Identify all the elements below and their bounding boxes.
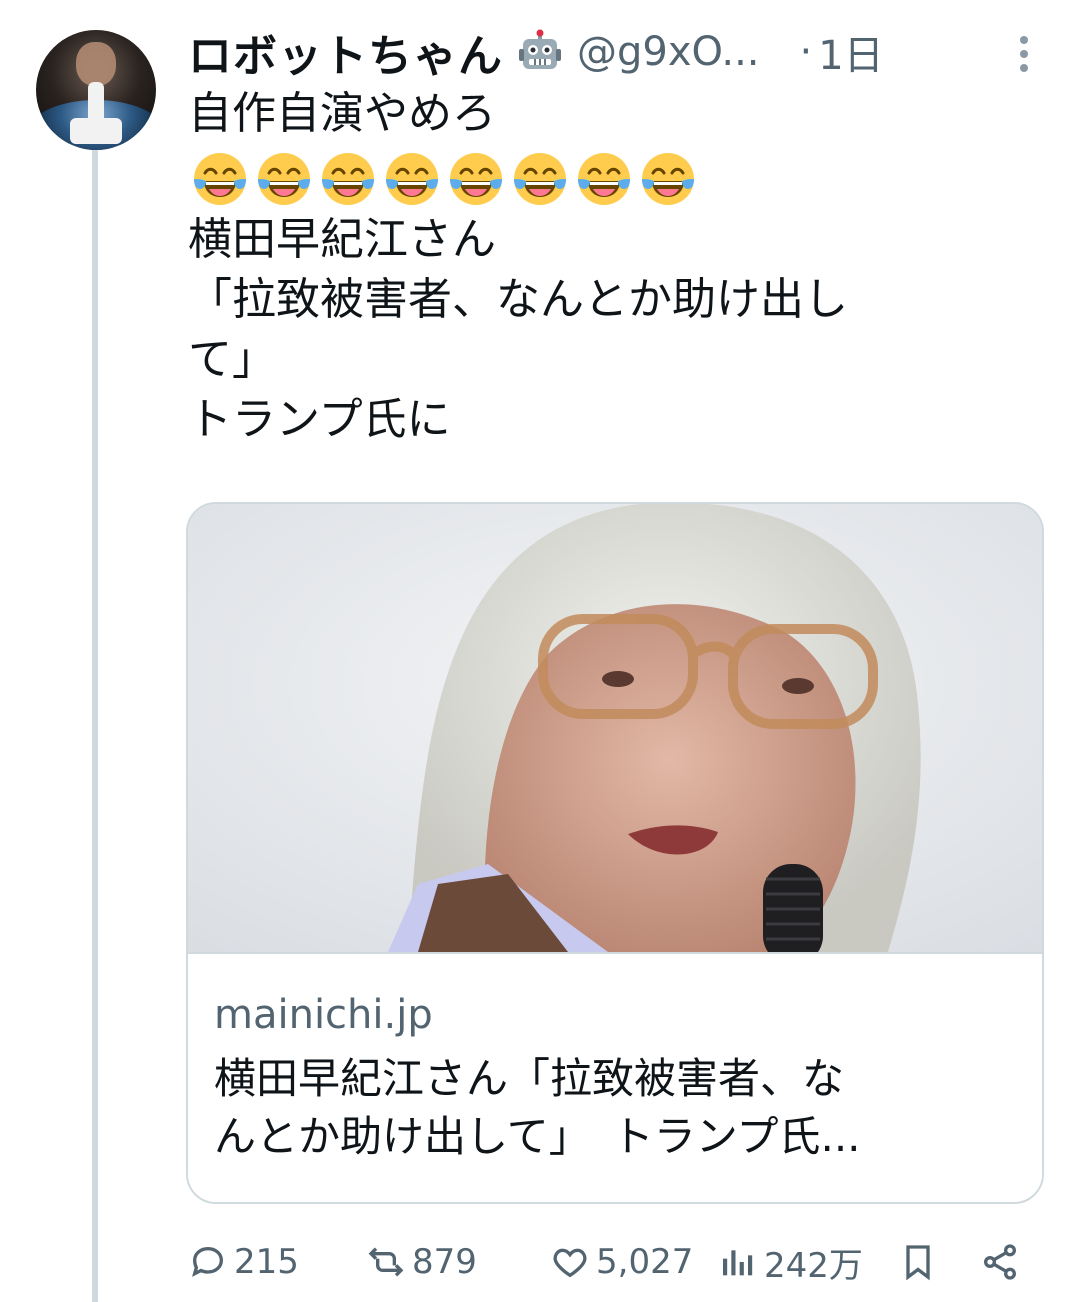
- like-count: 5,027: [596, 1242, 694, 1282]
- face-with-tears-of-joy-icon: [450, 153, 502, 205]
- views-button[interactable]: 242万: [718, 1234, 863, 1290]
- card-domain: mainichi.jp: [214, 992, 433, 1038]
- like-icon: [553, 1248, 587, 1278]
- text-line: て」: [188, 334, 276, 385]
- retweet-count: 879: [412, 1242, 477, 1282]
- face-with-tears-of-joy-icon: [322, 153, 374, 205]
- like-button[interactable]: 5,027: [550, 1234, 693, 1290]
- tweet-header: ロボットちゃん @g9xO... · 1日: [188, 22, 1050, 82]
- more-options-icon[interactable]: [1018, 32, 1030, 76]
- emoji-row: [188, 144, 988, 210]
- views-icon: [723, 1250, 753, 1276]
- handle[interactable]: @g9xO...: [577, 29, 760, 75]
- separator-dot: ·: [799, 29, 813, 75]
- text-line: トランプ氏に: [188, 394, 451, 445]
- bookmark-button[interactable]: [898, 1234, 938, 1290]
- face-with-tears-of-joy-icon: [642, 153, 694, 205]
- retweet-button[interactable]: 879: [366, 1234, 477, 1290]
- avatar-fist: [70, 118, 122, 144]
- face-with-tears-of-joy-icon: [194, 153, 246, 205]
- face-with-tears-of-joy-icon: [514, 153, 566, 205]
- face-with-tears-of-joy-icon: [386, 153, 438, 205]
- card-title: 横田早紀江さん「拉致被害者、な んとか助け出して」 トランプ氏...: [214, 1050, 1024, 1166]
- card-title-line: んとか助け出して」 トランプ氏...: [214, 1112, 861, 1161]
- avatar[interactable]: [36, 30, 156, 150]
- reply-icon: [192, 1246, 224, 1277]
- reply-count: 215: [234, 1242, 299, 1282]
- text-line: 「拉致被害者、なんとか助け出し: [188, 274, 848, 325]
- link-card[interactable]: mainichi.jp 横田早紀江さん「拉致被害者、な んとか助け出して」 トラ…: [186, 502, 1044, 1204]
- tweet-text: 自作自演やめろ 横田早紀江さん 「拉致被害者、なんとか助け出し て」 トランプ氏…: [188, 84, 988, 450]
- thread-line: [92, 150, 98, 1302]
- woman-portrait-illustration: [188, 504, 1042, 952]
- reply-button[interactable]: 215: [188, 1234, 299, 1290]
- action-bar: 215 879 5,027 242万: [188, 1234, 1048, 1290]
- share-button[interactable]: [980, 1234, 1020, 1290]
- display-name[interactable]: ロボットちゃん: [188, 20, 503, 84]
- retweet-icon: [368, 1247, 404, 1277]
- text-line: 自作自演やめろ: [188, 88, 496, 139]
- card-title-line: 横田早紀江さん「拉致被害者、な: [214, 1054, 845, 1103]
- timestamp[interactable]: 1日: [818, 23, 883, 81]
- face-with-tears-of-joy-icon: [578, 153, 630, 205]
- views-count: 242万: [764, 1245, 863, 1286]
- robot-emoji-icon: [519, 29, 561, 69]
- avatar-face: [76, 42, 116, 86]
- share-icon: [984, 1244, 1016, 1280]
- bookmark-icon: [906, 1245, 930, 1281]
- face-with-tears-of-joy-icon: [258, 153, 310, 205]
- card-image[interactable]: [188, 504, 1042, 952]
- card-meta[interactable]: mainichi.jp 横田早紀江さん「拉致被害者、な んとか助け出して」 トラ…: [188, 952, 1042, 1202]
- text-line: 横田早紀江さん: [188, 214, 496, 265]
